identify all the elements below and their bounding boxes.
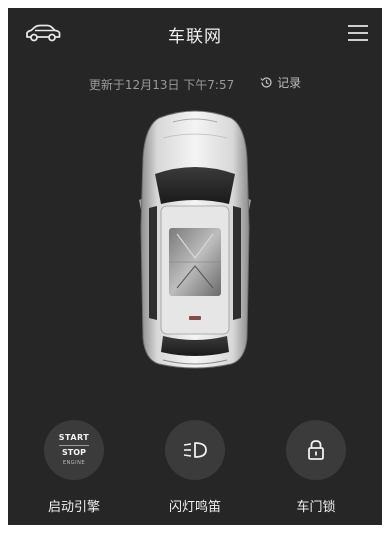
top-bar: 车联网 <box>8 8 382 58</box>
menu-icon[interactable] <box>348 25 368 41</box>
history-label: 记录 <box>277 76 302 90</box>
door-lock-label: 车门锁 <box>296 500 336 515</box>
start-engine-button[interactable]: START STOP ENGINE 启动引擎 <box>34 420 114 515</box>
start-stop-engine-icon: START STOP ENGINE <box>44 420 104 480</box>
start-text: START <box>58 433 90 442</box>
start-engine-label: 启动引擎 <box>47 500 100 515</box>
door-lock-button[interactable]: 车门锁 <box>276 420 356 515</box>
flash-horn-label: 闪灯鸣笛 <box>168 500 221 515</box>
flash-horn-button[interactable]: 闪灯鸣笛 <box>155 420 235 515</box>
stop-text: STOP <box>62 448 86 457</box>
car-top-view <box>133 108 257 370</box>
history-clock-icon <box>260 77 272 88</box>
headlight-flash-icon <box>165 420 225 480</box>
last-updated-text: 更新于12月13日 下午7:57 <box>88 78 235 92</box>
history-link[interactable]: 记录 <box>260 74 301 91</box>
app-screen: 车联网 更新于12月13日 下午7:57 记录 START STOP ENGIN… <box>8 8 382 525</box>
action-bar: START STOP ENGINE 启动引擎 闪灯鸣笛 车门锁 <box>8 420 382 520</box>
page-title: 车联网 <box>168 27 222 47</box>
lock-icon <box>286 420 346 480</box>
status-row: 更新于12月13日 下午7:57 记录 <box>8 74 382 94</box>
engine-text: ENGINE <box>62 460 86 466</box>
